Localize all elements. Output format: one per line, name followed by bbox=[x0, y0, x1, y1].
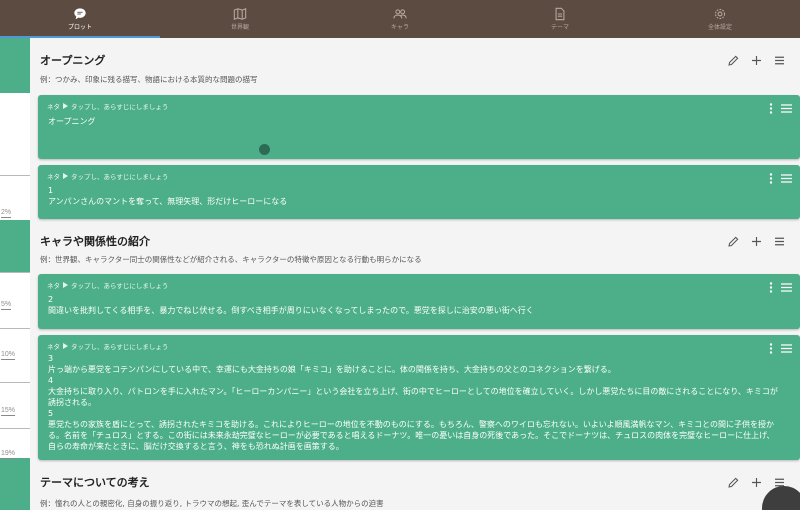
plot-list: オープニング 例：つかみ、印象に残る描写、物語における本質的な問題の描写 ネタ … bbox=[30, 38, 800, 510]
tab-settings[interactable]: 全体設定 bbox=[640, 0, 800, 38]
caret-right-icon bbox=[63, 282, 68, 288]
card-hint: タップし、あらすじにしましょう bbox=[71, 103, 169, 111]
caret-right-icon bbox=[63, 343, 68, 349]
plot-card[interactable]: ネタ タップし、あらすじにしましょう オープニング bbox=[38, 95, 800, 159]
card-hint: タップし、あらすじにしましょう bbox=[71, 173, 169, 181]
plus-icon[interactable] bbox=[750, 235, 763, 248]
rail-percent-mark: 15% bbox=[0, 382, 30, 418]
menu-icon[interactable] bbox=[773, 54, 786, 67]
rail-percent-label: 10% bbox=[1, 351, 16, 360]
rail-percent-mark: 2% bbox=[0, 175, 30, 220]
section-actions bbox=[727, 235, 786, 248]
card-hint: タップし、あらすじにしましょう bbox=[71, 282, 169, 290]
rail-segment bbox=[0, 458, 30, 510]
document-icon bbox=[555, 7, 565, 21]
caret-right-icon bbox=[63, 103, 68, 109]
top-tab-bar: プロット 世界観 キャラ テーマ 全体設定 bbox=[0, 0, 800, 38]
tab-label: 全体設定 bbox=[707, 24, 732, 31]
more-vert-icon[interactable] bbox=[769, 282, 773, 293]
more-vert-icon[interactable] bbox=[769, 343, 773, 354]
tab-label: プロット bbox=[67, 24, 92, 31]
card-actions bbox=[769, 103, 792, 114]
tab-characters[interactable]: キャラ bbox=[320, 0, 480, 38]
card-tag: ネタ bbox=[47, 103, 60, 111]
floating-action-button[interactable] bbox=[762, 486, 800, 510]
card-meta: ネタ タップし、あらすじにしましょう bbox=[47, 171, 168, 181]
rail-percent-mark: 19% bbox=[0, 428, 30, 461]
more-vert-icon[interactable] bbox=[769, 173, 773, 184]
rail-percent-label: 5% bbox=[1, 301, 12, 310]
section-description: 例：つかみ、印象に残る描写、物語における本質的な問題の描写 bbox=[40, 75, 258, 84]
more-vert-icon[interactable] bbox=[769, 103, 773, 114]
card-tag: ネタ bbox=[47, 282, 60, 290]
card-body: オープニング bbox=[48, 117, 96, 126]
tab-label: 世界観 bbox=[230, 24, 249, 31]
chat-bubble-icon bbox=[74, 8, 86, 20]
card-tag: ネタ bbox=[47, 173, 60, 181]
section-actions bbox=[727, 54, 786, 67]
plus-icon[interactable] bbox=[750, 476, 763, 489]
rail-segment bbox=[0, 220, 30, 272]
gear-icon bbox=[714, 8, 726, 20]
plot-card[interactable]: ネタ タップし、あらすじにしましょう 1 アンパンさんのマントを奪って、無理矢理… bbox=[38, 165, 800, 219]
people-icon bbox=[393, 9, 407, 19]
caret-right-icon bbox=[63, 173, 68, 179]
drag-dot[interactable] bbox=[259, 144, 270, 155]
pencil-icon[interactable] bbox=[727, 54, 740, 67]
tab-plot[interactable]: プロット bbox=[0, 0, 160, 38]
pencil-icon[interactable] bbox=[727, 476, 740, 489]
tab-label: キャラ bbox=[390, 24, 409, 31]
rail-percent-label: 19% bbox=[1, 450, 16, 459]
drag-handle-icon[interactable] bbox=[781, 344, 792, 353]
plot-card[interactable]: ネタ タップし、あらすじにしましょう 2 間違いを批判してくる相手を、暴力でねじ… bbox=[38, 274, 800, 329]
rail-percent-mark: 5% bbox=[0, 272, 30, 312]
section-title: オープニング bbox=[40, 54, 106, 67]
map-icon bbox=[233, 7, 247, 21]
card-body: 2 間違いを批判してくる相手を、暴力でねじ伏せる。倒すべき相手が周りにいなくなっ… bbox=[48, 295, 534, 315]
menu-icon[interactable] bbox=[773, 235, 786, 248]
section-title: テーマについての考え bbox=[40, 476, 150, 489]
rail-percent-mark: 10% bbox=[0, 328, 30, 362]
card-actions bbox=[769, 282, 792, 293]
card-tag: ネタ bbox=[47, 343, 60, 351]
card-actions bbox=[769, 343, 792, 354]
section-title: キャラや関係性の紹介 bbox=[40, 235, 150, 248]
drag-handle-icon[interactable] bbox=[781, 283, 792, 292]
rail-segment bbox=[0, 38, 30, 93]
card-body: 1 アンパンさんのマントを奪って、無理矢理、形だけヒーローになる bbox=[48, 186, 288, 206]
card-meta: ネタ タップし、あらすじにしましょう bbox=[47, 341, 168, 351]
rail-percent-label: 2% bbox=[1, 209, 12, 218]
section-description: 例：憧れの人との親密化, 自身の振り返り, トラウマの想起, 歪んでテーマを表し… bbox=[40, 499, 384, 508]
tab-world[interactable]: 世界観 bbox=[160, 0, 320, 38]
card-actions bbox=[769, 173, 792, 184]
card-body: 3 片っ端から悪党をコテンパンにしている中で、幸運にも大金持ちの娘「キミコ」を助… bbox=[48, 354, 778, 451]
section-description: 例：世界観、キャラクター同士の関係性などが紹介される、キャラクターの特徴や原因と… bbox=[40, 255, 422, 264]
drag-handle-icon[interactable] bbox=[781, 104, 792, 113]
card-meta: ネタ タップし、あらすじにしましょう bbox=[47, 101, 168, 111]
rail-percent-label: 15% bbox=[1, 407, 16, 416]
card-meta: ネタ タップし、あらすじにしましょう bbox=[47, 280, 168, 290]
pencil-icon[interactable] bbox=[727, 235, 740, 248]
tab-label: テーマ bbox=[550, 24, 569, 31]
progress-rail: 2% 5% 10% 15% 19% bbox=[0, 38, 30, 510]
card-hint: タップし、あらすじにしましょう bbox=[71, 343, 169, 351]
drag-handle-icon[interactable] bbox=[781, 174, 792, 183]
tab-theme[interactable]: テーマ bbox=[480, 0, 640, 38]
plus-icon[interactable] bbox=[750, 54, 763, 67]
plot-card[interactable]: ネタ タップし、あらすじにしましょう 3 片っ端から悪党をコテンパンにしている中… bbox=[38, 335, 800, 460]
